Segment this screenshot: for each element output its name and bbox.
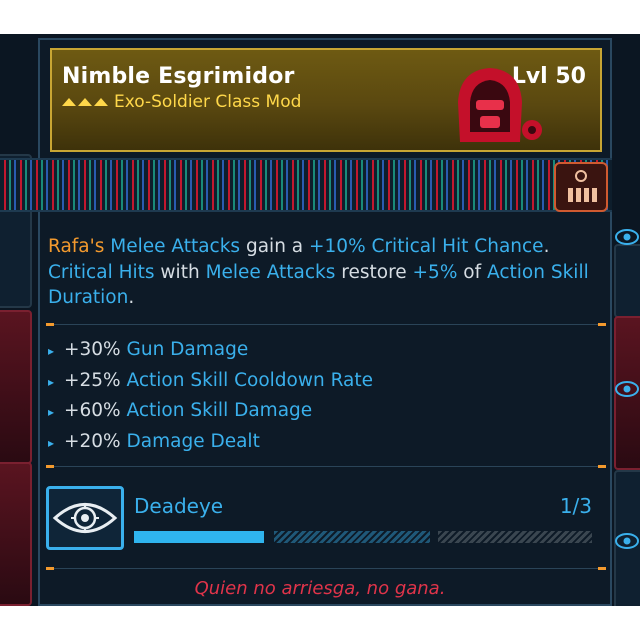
desc-text: gain a xyxy=(245,236,304,257)
bullet-arrow-icon: ▸ xyxy=(48,435,55,450)
skill-rank-pip-empty xyxy=(274,531,430,543)
skill-icon-frame[interactable] xyxy=(46,486,124,550)
desc-keyword: Critical Hits xyxy=(48,261,155,283)
item-header: Nimble Esgrimidor Lvl 50 Exo-Soldier Cla… xyxy=(50,48,602,152)
stat-label: Action Skill Damage xyxy=(126,400,313,421)
stat-value: +60% xyxy=(64,400,121,421)
stat-label: Damage Dealt xyxy=(126,430,260,452)
rarity-chevrons-icon xyxy=(62,98,108,106)
exo-soldier-helmet-icon xyxy=(458,68,542,142)
item-type: Exo-Soldier Class Mod xyxy=(114,92,302,112)
desc-text: restore xyxy=(341,261,407,283)
stat-item: ▸ +20% Damage Dealt xyxy=(46,428,373,459)
eye-icon xyxy=(615,381,639,397)
eye-target-icon xyxy=(52,503,118,533)
item-collection-strip[interactable] xyxy=(0,158,612,212)
item-type-badge xyxy=(554,162,608,212)
stat-label: Action Skill Cooldown Rate xyxy=(126,369,374,391)
skill-rank: 1/3 xyxy=(559,494,592,518)
desc-text: with xyxy=(160,261,200,283)
stat-item: ▸ +60% Action Skill Damage xyxy=(46,397,373,428)
item-name: Nimble Esgrimidor xyxy=(62,64,295,89)
desc-keyword: Melee Attacks xyxy=(205,261,336,283)
desc-keyword: Melee Attacks xyxy=(110,236,241,257)
stat-item: ▸ +30% Gun Damage xyxy=(46,336,373,367)
item-card: Nimble Esgrimidor Lvl 50 Exo-Soldier Cla… xyxy=(38,38,612,606)
skill-name: Deadeye xyxy=(134,494,224,518)
bullet-arrow-icon: ▸ xyxy=(48,374,55,389)
right-inventory-slot[interactable] xyxy=(614,244,640,318)
skill-rank-pip-empty xyxy=(438,531,592,543)
divider xyxy=(46,323,606,326)
bullet-arrow-icon: ▸ xyxy=(48,344,55,358)
divider xyxy=(46,567,606,570)
stat-value: +20% xyxy=(64,430,121,452)
skill-rank-pip-filled xyxy=(134,531,264,543)
stat-list: ▸ +30% Gun Damage ▸ +25% Action Skill Cool… xyxy=(46,336,373,458)
stat-value: +25% xyxy=(64,369,121,391)
stat-label: Gun Damage xyxy=(126,339,249,360)
ammo-icon xyxy=(568,170,597,202)
desc-keyword: +10% Critical Hit Chance xyxy=(309,236,544,257)
left-inventory-slot[interactable] xyxy=(0,310,32,464)
bullet-arrow-icon: ▸ xyxy=(48,405,55,419)
stat-item: ▸ +25% Action Skill Cooldown Rate xyxy=(46,367,373,398)
divider xyxy=(46,465,606,468)
flavor-text: Quien no arriesga, no gana. xyxy=(194,578,446,599)
desc-text: . xyxy=(128,287,135,308)
desc-text: of xyxy=(463,261,482,283)
desc-character: Rafa's xyxy=(48,236,105,257)
eye-icon xyxy=(615,533,639,549)
eye-icon xyxy=(615,229,639,245)
item-description: Rafa's Melee Attacks gain a +10% Critica… xyxy=(48,234,598,311)
desc-text: . xyxy=(543,236,550,257)
desc-keyword: +5% xyxy=(412,261,458,283)
stat-value: +30% xyxy=(64,339,121,360)
